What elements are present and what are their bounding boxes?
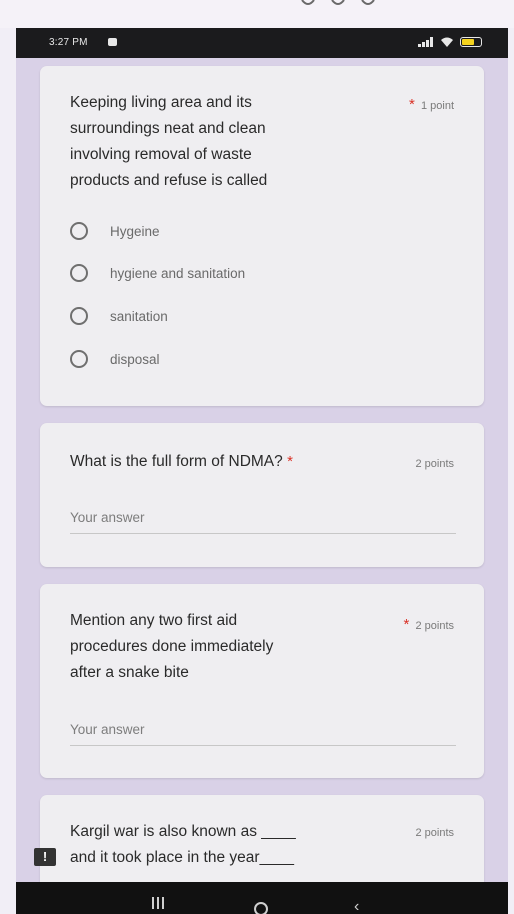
question-1-line-1: Keeping living area and its	[70, 94, 252, 111]
required-asterisk: *	[287, 453, 293, 470]
cropped-header-graphic	[301, 0, 375, 5]
wifi-icon	[441, 37, 453, 47]
home-icon[interactable]	[254, 902, 268, 914]
top-strip	[0, 0, 514, 28]
battery-icon	[460, 37, 482, 47]
question-1-points: * 1 point	[409, 96, 454, 113]
answer-input[interactable]: Your answer	[70, 510, 145, 525]
system-icons	[418, 36, 482, 48]
option-label: disposal	[110, 351, 160, 367]
option-hygiene-and-sanitation[interactable]: hygiene and sanitation	[70, 264, 245, 282]
required-asterisk: *	[403, 616, 410, 633]
required-asterisk: *	[409, 96, 415, 113]
question-3-text: Mention any two first aid procedures don…	[70, 608, 273, 686]
question-3-line-1: Mention any two first aid	[70, 612, 238, 629]
option-hygeine[interactable]: Hygeine	[70, 222, 160, 240]
question-2-points: 2 points	[415, 458, 454, 470]
phone-screen: 3:27 PM Keeping living area and its surr…	[16, 28, 508, 914]
feedback-icon[interactable]: !	[34, 848, 56, 866]
recents-icon[interactable]	[152, 897, 164, 914]
question-3-line-3: after a snake bite	[70, 664, 189, 681]
question-card-3: Mention any two first aid procedures don…	[40, 584, 484, 778]
question-4-points: 2 points	[415, 827, 454, 839]
answer-input[interactable]: Your answer	[70, 722, 145, 737]
status-time: 3:27 PM	[49, 37, 88, 48]
option-sanitation[interactable]: sanitation	[70, 307, 168, 325]
radio-button[interactable]	[70, 222, 88, 240]
points-label: 1 point	[420, 100, 454, 112]
question-card-2: What is the full form of NDMA? * 2 point…	[40, 423, 484, 567]
answer-underline	[70, 533, 456, 534]
question-2-text: What is the full form of NDMA? *	[70, 449, 293, 475]
question-3-points: * 2 points	[404, 616, 455, 633]
option-label: sanitation	[110, 308, 168, 324]
question-card-1: Keeping living area and its surroundings…	[40, 66, 484, 406]
question-1-line-4: products and refuse is called	[70, 172, 268, 189]
option-label: Hygeine	[110, 223, 160, 239]
question-2-line-1: What is the full form of NDMA?	[70, 453, 283, 470]
question-1-text: Keeping living area and its surroundings…	[70, 90, 267, 194]
option-label: hygiene and sanitation	[110, 265, 246, 281]
question-1-line-3: involving removal of waste	[70, 146, 252, 163]
navigation-bar: ‹	[16, 882, 508, 914]
radio-button[interactable]	[70, 264, 88, 282]
option-disposal[interactable]: disposal	[70, 350, 160, 368]
radio-button[interactable]	[70, 350, 88, 368]
question-4-text: Kargil war is also known as ____ and it …	[70, 819, 296, 871]
question-1-line-2: surroundings neat and clean	[70, 120, 266, 137]
radio-button[interactable]	[70, 307, 88, 325]
signal-icon	[418, 37, 434, 47]
question-4-line-1: Kargil war is also known as ____	[70, 823, 296, 840]
points-label: 2 points	[415, 620, 454, 632]
question-4-line-2: and it took place in the year____	[70, 849, 295, 866]
back-icon[interactable]: ‹	[354, 898, 359, 914]
status-bar: 3:27 PM	[16, 28, 508, 58]
question-3-line-2: procedures done immediately	[70, 638, 274, 655]
notification-icon	[108, 38, 117, 46]
answer-underline	[70, 745, 456, 746]
